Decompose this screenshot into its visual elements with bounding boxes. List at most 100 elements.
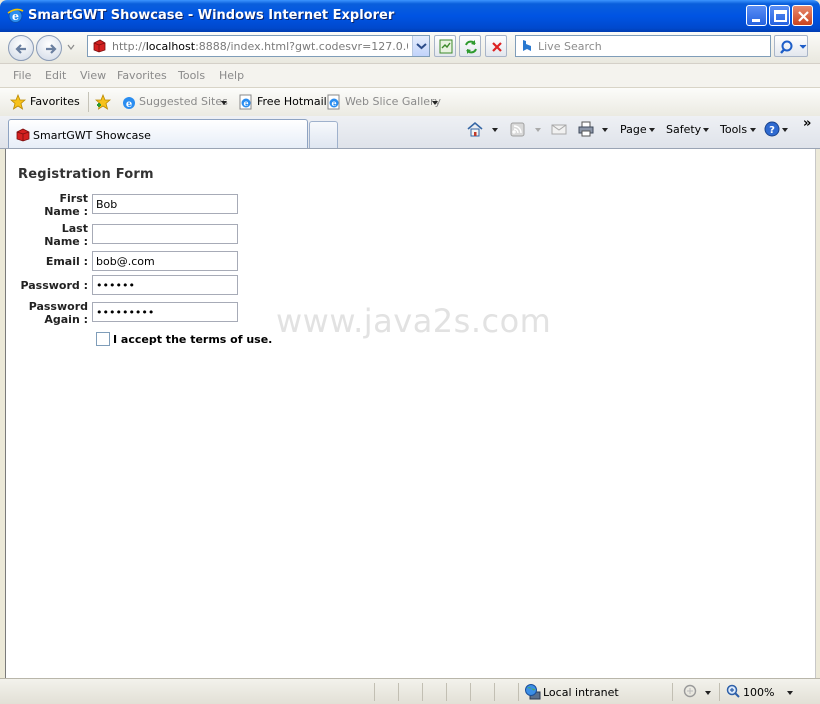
first-name-label: First Name : xyxy=(40,192,88,218)
address-dropdown-button[interactable] xyxy=(412,36,429,56)
arrow-left-icon xyxy=(15,44,26,54)
password-again-label-line-1: Password xyxy=(28,300,88,313)
safety-menu[interactable]: Safety xyxy=(666,123,701,136)
zoom-level[interactable]: 100% xyxy=(743,686,774,699)
password-again-label-line-2: Again : xyxy=(44,313,88,326)
search-button[interactable] xyxy=(774,35,808,57)
status-divider xyxy=(446,683,447,701)
url-host: localhost xyxy=(145,40,196,53)
suggested-sites-dropdown-icon[interactable] xyxy=(221,101,227,105)
menu-edit[interactable]: Edit xyxy=(45,69,66,82)
add-to-favorites-icon[interactable] xyxy=(95,94,111,110)
stop-button[interactable] xyxy=(485,35,507,57)
watermark: www.java2s.com xyxy=(276,302,552,340)
email-label: Email : xyxy=(45,255,88,268)
live-search-logo-icon xyxy=(523,40,531,51)
new-tab-button[interactable] xyxy=(309,121,338,148)
feeds-dropdown-icon[interactable] xyxy=(535,128,541,132)
help-dropdown-icon[interactable] xyxy=(782,128,788,132)
password-input[interactable] xyxy=(92,275,238,295)
last-name-label-line-2: Name : xyxy=(44,235,88,248)
protected-mode-dropdown-icon[interactable] xyxy=(705,691,711,695)
command-bar-overflow-button[interactable]: » xyxy=(803,116,811,131)
svg-text:e: e xyxy=(126,99,132,110)
refresh-icon xyxy=(465,40,477,54)
url-scheme: http:// xyxy=(112,40,146,53)
print-icon[interactable] xyxy=(577,120,595,138)
forward-button[interactable] xyxy=(36,35,62,61)
page-dropdown-icon[interactable] xyxy=(649,128,655,132)
minimize-button[interactable] xyxy=(746,5,767,26)
search-box xyxy=(515,35,771,57)
suggested-sites-link[interactable]: Suggested Sites xyxy=(139,95,228,108)
menu-help[interactable]: Help xyxy=(219,69,244,82)
home-icon[interactable] xyxy=(466,120,484,138)
email-input[interactable] xyxy=(92,251,238,271)
form-title: Registration Form xyxy=(18,167,154,182)
favorites-button[interactable]: Favorites xyxy=(30,95,80,108)
zoom-dropdown-icon[interactable] xyxy=(787,691,793,695)
help-icon[interactable]: ? xyxy=(763,120,781,138)
print-dropdown-icon[interactable] xyxy=(602,128,608,132)
close-button[interactable] xyxy=(792,5,813,26)
protected-mode-icon[interactable] xyxy=(682,683,699,700)
menu-tools[interactable]: Tools xyxy=(178,69,205,82)
status-divider xyxy=(398,683,399,701)
tab-row: SmartGWT Showcase Page Safety Tools ? » xyxy=(0,116,820,149)
ie-page-icon: e xyxy=(239,94,252,110)
stop-icon xyxy=(492,42,502,52)
maximize-button[interactable] xyxy=(769,5,790,26)
last-name-label: Last Name : xyxy=(40,222,88,248)
ie-page-icon: e xyxy=(123,97,135,110)
close-icon xyxy=(798,11,809,22)
menu-file[interactable]: File xyxy=(13,69,31,82)
last-name-label-line-1: Last xyxy=(61,222,88,235)
refresh-button[interactable] xyxy=(459,35,481,57)
first-name-label-line-1: First xyxy=(59,192,88,205)
status-divider xyxy=(422,683,423,701)
minimize-icon xyxy=(752,19,760,22)
web-slice-dropdown-icon[interactable] xyxy=(432,101,438,105)
page-menu[interactable]: Page xyxy=(620,123,647,136)
intranet-globe-icon xyxy=(525,684,541,700)
first-name-input[interactable] xyxy=(92,194,238,214)
compatibility-icon xyxy=(439,39,453,54)
last-name-input[interactable] xyxy=(92,224,238,244)
status-divider xyxy=(719,683,720,701)
svg-text:?: ? xyxy=(769,125,775,136)
safety-dropdown-icon[interactable] xyxy=(703,128,709,132)
menu-view[interactable]: View xyxy=(80,69,106,82)
status-divider xyxy=(518,683,519,701)
ie-page-icon: e xyxy=(327,94,340,110)
tools-dropdown-icon[interactable] xyxy=(750,128,756,132)
history-dropdown-icon[interactable] xyxy=(66,40,76,54)
zoom-icon[interactable] xyxy=(725,683,742,700)
ie-logo-icon: e xyxy=(7,8,24,23)
status-divider xyxy=(470,683,471,701)
search-input[interactable] xyxy=(538,38,766,54)
url-text[interactable]: http://localhost:8888/index.html?gwt.cod… xyxy=(112,40,408,53)
svg-text:e: e xyxy=(243,98,248,108)
web-slice-gallery-link[interactable]: Web Slice Gallery xyxy=(345,95,441,108)
chevron-down-icon xyxy=(416,43,427,50)
password-again-input[interactable] xyxy=(92,302,238,322)
back-button[interactable] xyxy=(8,35,34,61)
feeds-icon[interactable] xyxy=(509,120,527,138)
menu-favorites[interactable]: Favorites xyxy=(117,69,167,82)
status-divider xyxy=(374,683,375,701)
window-title: SmartGWT Showcase - Windows Internet Exp… xyxy=(28,8,395,23)
password-again-label: Password Again : xyxy=(18,300,88,326)
security-zone[interactable]: Local intranet xyxy=(543,686,619,699)
free-hotmail-link[interactable]: Free Hotmail xyxy=(257,95,327,108)
tools-menu[interactable]: Tools xyxy=(720,123,747,136)
address-bar[interactable]: http://localhost:8888/index.html?gwt.cod… xyxy=(87,35,430,57)
status-bar: Local intranet 100% xyxy=(0,678,820,704)
compatibility-view-button[interactable] xyxy=(434,35,456,57)
home-dropdown-icon[interactable] xyxy=(492,128,498,132)
read-mail-icon[interactable] xyxy=(550,120,568,138)
first-name-label-line-2: Name : xyxy=(44,205,88,218)
tab-title: SmartGWT Showcase xyxy=(33,129,151,142)
terms-label[interactable]: I accept the terms of use. xyxy=(113,333,272,346)
terms-checkbox[interactable] xyxy=(96,332,110,346)
tab-smartgwt-showcase[interactable]: SmartGWT Showcase xyxy=(8,119,308,148)
